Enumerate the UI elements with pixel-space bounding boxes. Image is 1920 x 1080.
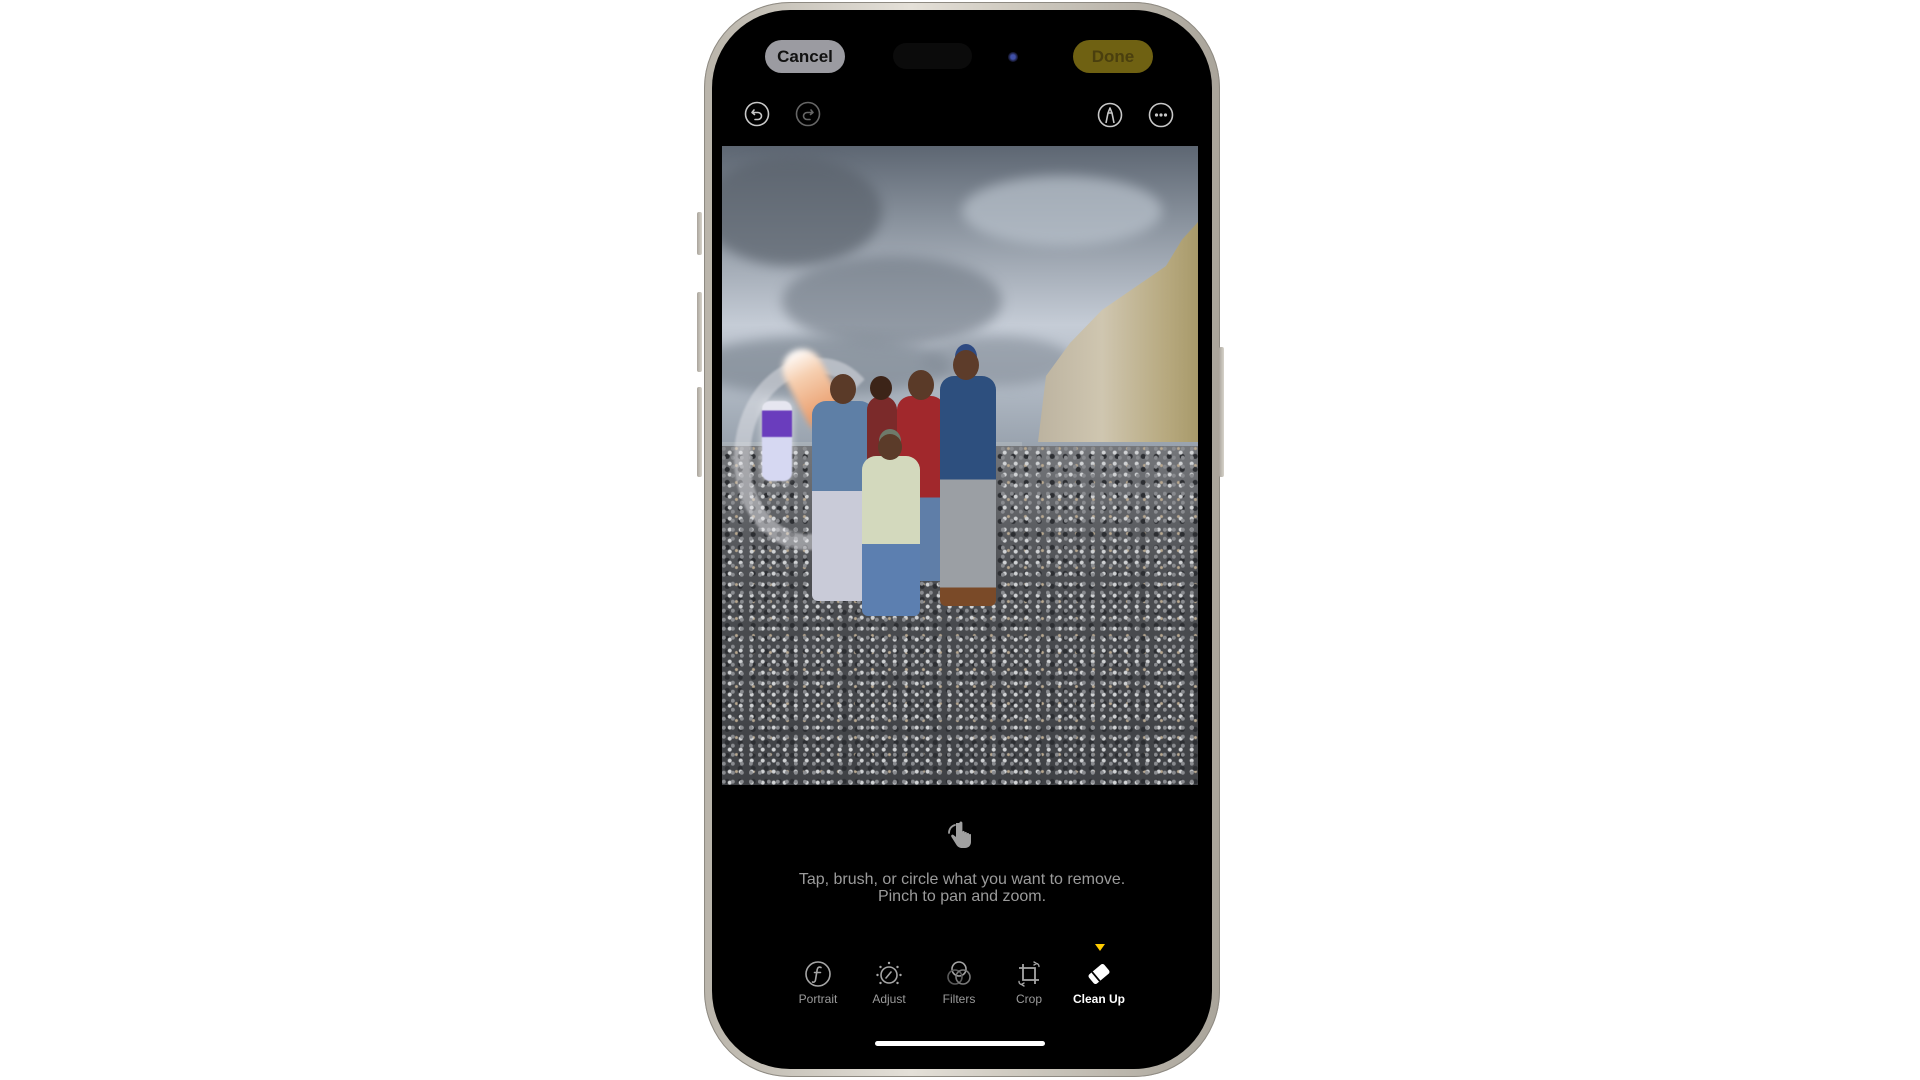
tool-adjust[interactable]: Adjust — [857, 960, 921, 1006]
person-child — [862, 456, 920, 616]
action-button — [697, 212, 702, 255]
active-tool-indicator — [1095, 944, 1105, 951]
tool-clean-up[interactable]: Clean Up — [1067, 960, 1131, 1006]
head — [870, 376, 892, 400]
volume-up-button — [697, 292, 702, 372]
side-button — [1219, 347, 1224, 477]
markup-pen-icon[interactable] — [1097, 102, 1123, 128]
photo-canvas[interactable] — [722, 146, 1198, 785]
family-group — [812, 350, 1012, 626]
head — [908, 370, 934, 400]
home-indicator[interactable] — [875, 1041, 1045, 1046]
redo-icon[interactable] — [795, 101, 821, 127]
person-man — [940, 376, 996, 606]
tool-label: Filters — [942, 992, 976, 1006]
tool-label: Portrait — [798, 992, 838, 1006]
tool-label: Adjust — [872, 992, 906, 1006]
chalk-cliff — [1038, 222, 1198, 442]
hint-text-line-1: Tap, brush, or circle what you want to r… — [798, 871, 1126, 888]
filters-circles-icon — [947, 961, 971, 985]
portrait-f-icon — [805, 961, 831, 987]
crop-rotate-icon — [1018, 961, 1040, 987]
cloud — [962, 176, 1162, 246]
tool-crop[interactable]: Crop — [997, 960, 1061, 1006]
cancel-button[interactable]: Cancel — [765, 40, 845, 73]
tool-filters[interactable]: Filters — [927, 960, 991, 1006]
hint-text-line-2: Pinch to pan and zoom. — [877, 888, 1047, 905]
dynamic-island — [893, 43, 972, 69]
phone-frame: Cancel Done Tap, brush, or circle what y… — [697, 2, 1224, 1077]
done-button[interactable]: Done — [1073, 40, 1153, 73]
adjust-dial-icon — [876, 961, 902, 985]
head — [878, 434, 902, 460]
screen: Cancel Done Tap, brush, or circle what y… — [712, 10, 1212, 1069]
hand-tap-gesture-icon — [948, 821, 971, 848]
front-camera — [1008, 52, 1018, 62]
tool-label: Clean Up — [1072, 992, 1125, 1006]
tool-label: Crop — [1015, 992, 1042, 1006]
more-ellipsis-icon[interactable] — [1148, 102, 1174, 128]
head — [953, 350, 979, 380]
head — [830, 374, 856, 404]
volume-down-button — [697, 387, 702, 477]
cloud — [782, 256, 1002, 346]
undo-icon[interactable] — [744, 101, 770, 127]
tool-portrait[interactable]: Portrait — [786, 960, 850, 1006]
cloud — [722, 156, 882, 266]
eraser-icon — [1088, 963, 1110, 985]
